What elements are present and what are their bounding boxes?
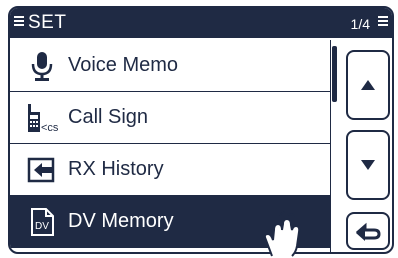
title-bar: SET 1/4	[10, 8, 392, 38]
menu-item-label: Call Sign	[68, 106, 149, 128]
menu-item-label: DV Memory	[68, 210, 174, 232]
scroll-up-button[interactable]	[346, 50, 390, 120]
menu-item-call-sign[interactable]: <cs Call Sign	[10, 92, 332, 144]
touch-hand-icon	[263, 211, 301, 257]
menu-item-label: Voice Memo	[68, 54, 179, 76]
menu-item-rx-history[interactable]: RX History	[10, 144, 332, 196]
down-arrow-icon	[361, 160, 375, 170]
menu-icon	[14, 16, 24, 30]
menu-item-voice-memo[interactable]: Voice Memo	[10, 40, 332, 92]
page-indicator: 1/4	[350, 16, 370, 32]
microphone-icon	[31, 52, 53, 81]
set-menu-screen: SET 1/4 Voice Memo <cs Call Sign RX Hist…	[8, 6, 394, 254]
dv-memory-icon-text: DV	[35, 221, 49, 232]
scroll-down-button[interactable]	[346, 130, 390, 200]
page-menu-icon	[378, 16, 388, 30]
menu-item-label: RX History	[68, 158, 164, 180]
dv-memory-icon: DV	[31, 208, 54, 236]
call-sign-icon-text: <cs	[41, 122, 58, 134]
call-sign-icon: <cs	[28, 104, 58, 134]
up-arrow-icon	[361, 80, 375, 90]
rx-history-icon	[27, 157, 55, 183]
scrollbar-thumb[interactable]	[332, 46, 337, 102]
return-arrow-icon	[356, 222, 381, 241]
scrollbar[interactable]	[330, 40, 339, 252]
screen-title: SET	[28, 12, 67, 33]
back-button[interactable]	[346, 212, 390, 250]
